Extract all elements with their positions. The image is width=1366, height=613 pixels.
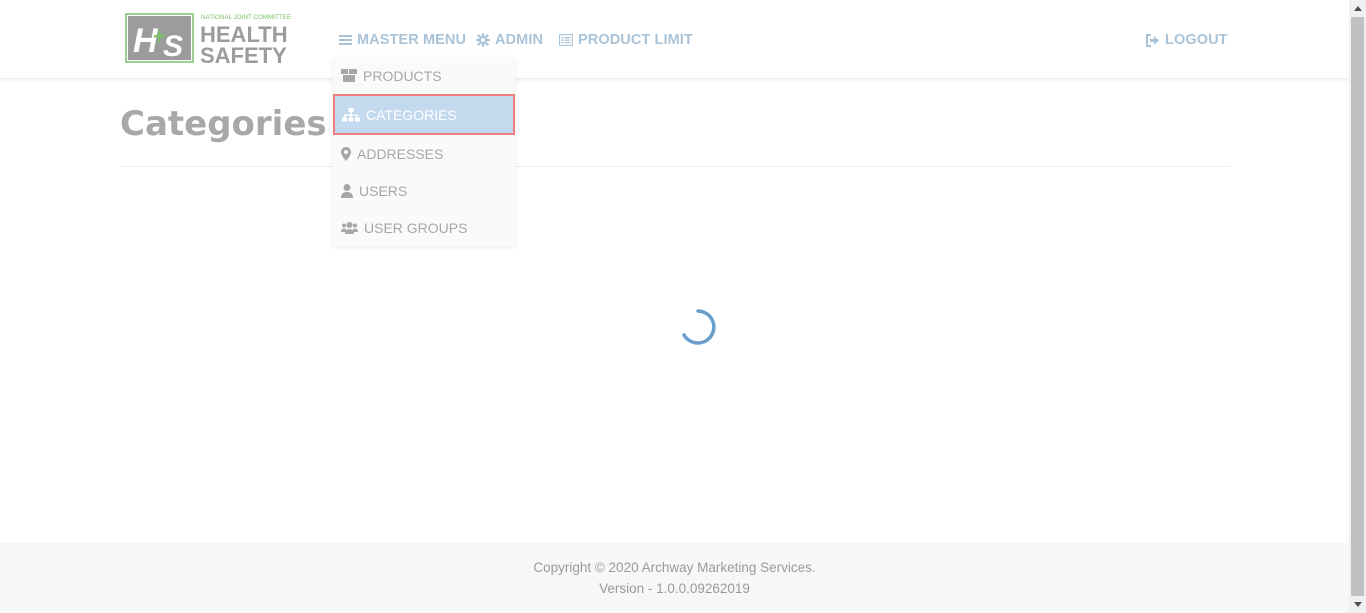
dropdown-item-products-label: PRODUCTS [363,67,442,84]
dropdown-item-user-groups[interactable]: USER GROUPS [333,209,515,246]
user-icon [341,183,353,198]
loading-spinner-icon [682,309,716,345]
vertical-scrollbar[interactable] [1349,0,1366,613]
brand-logo[interactable]: H + S NATIONAL JOINT COMMITTEE HEALTH SA… [125,12,313,68]
list-alt-icon [559,34,573,46]
dropdown-item-user-groups-label: USER GROUPS [364,219,468,236]
boxes-icon [341,69,357,82]
nav-product-limit-label: PRODUCT LIMIT [578,32,693,48]
dropdown-item-users[interactable]: USERS [333,172,515,209]
logo-graphic: H + S NATIONAL JOINT COMMITTEE HEALTH SA… [125,13,291,68]
nav-logout[interactable]: LOGOUT [1145,30,1228,50]
scroll-up-arrow-icon[interactable] [1349,0,1366,17]
dropdown-item-categories[interactable]: CATEGORIES [333,94,515,135]
sign-out-icon [1146,33,1159,47]
logo-line2: SAFETY [200,43,287,66]
sitemap-icon [342,107,360,121]
dropdown-item-addresses[interactable]: ADDRESSES [333,135,515,172]
scroll-down-arrow-icon[interactable] [1349,596,1366,613]
nav-product-limit[interactable]: PRODUCT LIMIT [559,30,693,50]
svg-text:NATIONAL JOINT COMMITTEE: NATIONAL JOINT COMMITTEE [201,14,291,21]
dropdown-item-users-label: USERS [359,182,408,199]
nav-admin-label: ADMIN [495,32,544,48]
scrollbar-thumb[interactable] [1351,17,1364,596]
footer: Copyright © 2020 Archway Marketing Servi… [0,543,1349,613]
master-menu-dropdown: PRODUCTS CATEGORIES ADDRESSES USERS USER… [333,57,515,246]
gear-icon [476,33,490,47]
dropdown-item-categories-label: CATEGORIES [366,106,457,123]
page: H + S NATIONAL JOINT COMMITTEE HEALTH SA… [0,0,1349,613]
page-title: Categories [120,104,327,144]
users-icon [341,221,358,234]
bars-icon [339,35,352,45]
dropdown-item-products[interactable]: PRODUCTS [333,57,515,94]
nav-logout-label: LOGOUT [1165,32,1228,48]
title-divider [120,166,1231,167]
nav-admin[interactable]: ADMIN [476,30,543,50]
map-marker-icon [341,146,351,161]
nav-master-menu[interactable]: MASTER MENU [339,30,466,50]
dropdown-item-addresses-label: ADDRESSES [357,145,444,162]
svg-text:S: S [163,30,183,63]
footer-copyright: Copyright © 2020 Archway Marketing Servi… [533,560,816,575]
nav-master-menu-label: MASTER MENU [357,32,467,48]
navbar: H + S NATIONAL JOINT COMMITTEE HEALTH SA… [0,0,1349,79]
footer-version: Version - 1.0.0.09262019 [599,581,750,596]
